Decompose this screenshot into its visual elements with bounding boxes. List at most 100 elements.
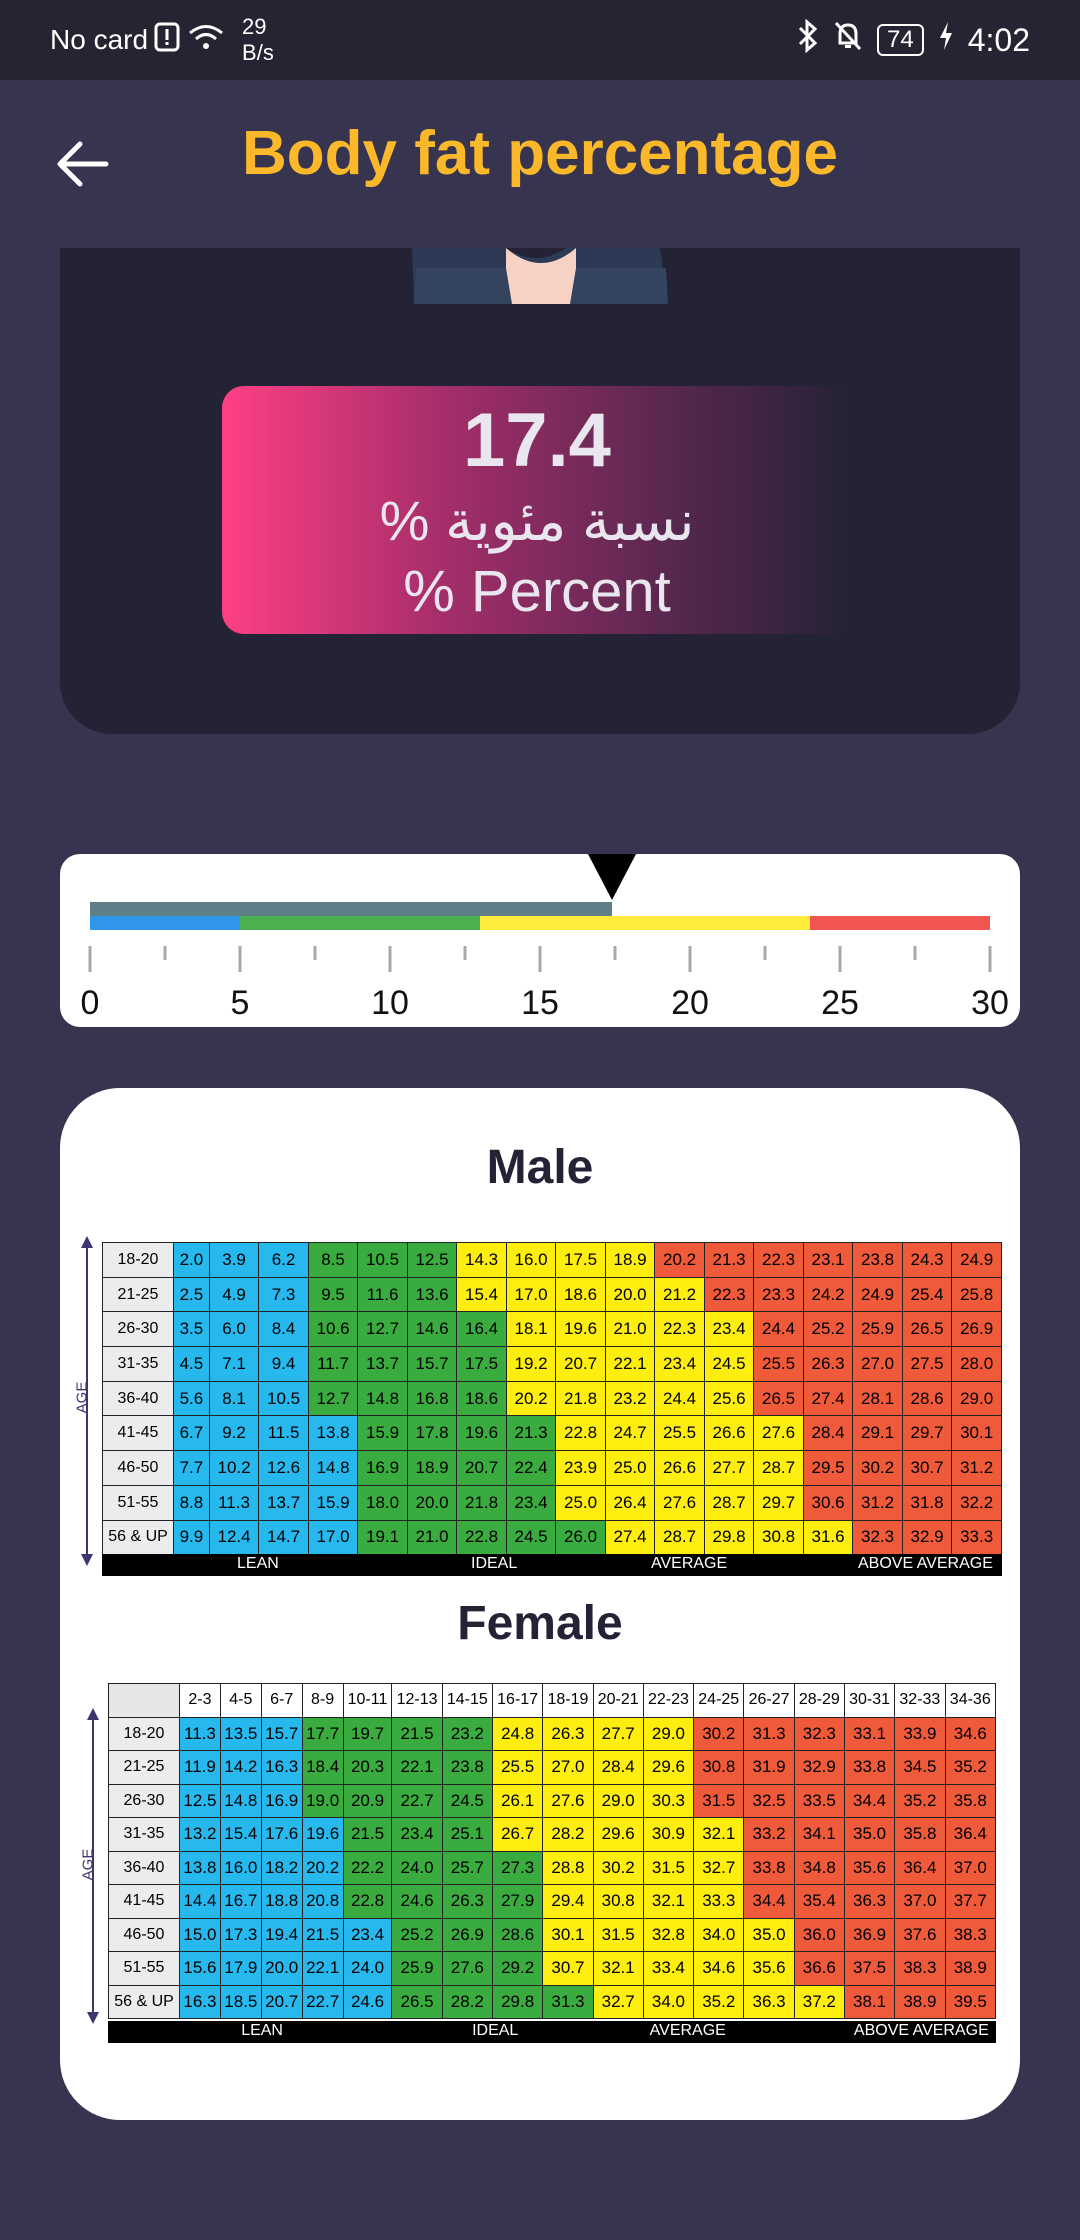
value-cell: 34.5: [894, 1750, 946, 1785]
female-age-axis-label: AGE: [79, 1848, 97, 1881]
value-cell: 37.0: [944, 1850, 997, 1885]
value-cell: 24.6: [391, 1884, 443, 1919]
value-cell: 22.4: [505, 1450, 557, 1486]
gauge-tick-label: 20: [671, 984, 709, 1022]
table-row: 21-25 11.9 14.2 16.3 18.4 20.3 22.1 23.8 25.5 27.…: [108, 1750, 997, 1785]
value-cell: 16.3: [179, 1984, 221, 2019]
value-cell: 20.7: [555, 1346, 606, 1382]
value-cell: 38.9: [944, 1951, 997, 1986]
value-cell: 15.9: [357, 1415, 408, 1452]
value-cell: 16.9: [260, 1783, 303, 1818]
column-header: 8-9: [301, 1683, 344, 1718]
value-cell: 11.5: [258, 1415, 309, 1452]
body-fat-value: 17.4: [463, 398, 611, 483]
value-cell: 2.5: [173, 1276, 210, 1313]
value-cell: 26.3: [542, 1716, 594, 1751]
value-cell: 34.0: [642, 1984, 695, 2019]
value-cell: 21.3: [505, 1415, 557, 1452]
value-cell: 29.0: [592, 1783, 644, 1818]
value-cell: 22.8: [456, 1519, 507, 1556]
value-cell: 24.0: [342, 1951, 393, 1986]
value-cell: 23.2: [604, 1380, 656, 1417]
value-cell: 29.7: [901, 1415, 953, 1452]
column-header: 10-11: [342, 1683, 393, 1718]
value-cell: 22.8: [342, 1884, 393, 1919]
gauge-tick-label: 30: [971, 984, 1009, 1022]
value-cell: 22.1: [604, 1346, 656, 1382]
value-cell: 34.8: [793, 1850, 845, 1885]
value-cell: 25.0: [555, 1484, 606, 1521]
value-cell: 38.3: [944, 1917, 997, 1952]
value-cell: 20.7: [260, 1984, 303, 2019]
value-cell: 23.4: [391, 1817, 443, 1852]
value-cell: 33.5: [793, 1783, 845, 1818]
value-cell: 33.9: [894, 1716, 946, 1751]
value-cell: 20.8: [301, 1884, 344, 1919]
value-cell: 15.4: [219, 1817, 262, 1852]
value-cell: 13.8: [179, 1850, 221, 1885]
gauge-tick-label: 15: [521, 984, 559, 1022]
table-row: 41-45 14.4 16.7 18.8 20.8 22.8 24.6 26.3 27.9 29.…: [108, 1884, 997, 1919]
value-cell: 22.7: [391, 1783, 443, 1818]
value-cell: 34.1: [793, 1817, 845, 1852]
value-cell: 25.9: [852, 1311, 903, 1348]
value-cell: 9.5: [307, 1276, 359, 1313]
value-cell: 24.5: [441, 1783, 493, 1818]
value-cell: 18.8: [260, 1884, 303, 1919]
network-rate-unit: B/s: [242, 40, 274, 65]
column-header: 14-15: [441, 1683, 493, 1718]
value-cell: 16.8: [406, 1380, 458, 1417]
value-cell: 23.9: [555, 1450, 606, 1486]
category-label: IDEAL: [471, 1555, 518, 1572]
value-cell: 29.0: [951, 1380, 1002, 1417]
value-cell: 26.3: [441, 1884, 493, 1919]
value-cell: 22.3: [654, 1311, 705, 1348]
value-cell: 17.3: [219, 1917, 262, 1952]
value-cell: 5.6: [173, 1380, 210, 1417]
value-cell: 23.3: [753, 1276, 804, 1313]
value-cell: 24.5: [703, 1346, 755, 1382]
value-cell: 22.7: [301, 1984, 344, 2019]
page-title: Body fat percentage: [241, 119, 839, 188]
value-cell: 9.9: [173, 1519, 210, 1556]
age-cell: 31-35: [102, 1346, 174, 1382]
value-cell: 24.0: [391, 1850, 443, 1885]
value-cell: 29.0: [642, 1716, 695, 1751]
gauge-tick-label: 5: [230, 984, 250, 1022]
table-header-row: 2-3 4-5 6-7 8-9 10-11 12-13 14-15 16-17 18-19 20-…: [108, 1683, 997, 1718]
value-cell: 3.9: [208, 1242, 260, 1278]
value-cell: 28.7: [703, 1484, 755, 1521]
value-cell: 11.3: [179, 1716, 221, 1751]
value-cell: 16.0: [505, 1242, 557, 1278]
value-cell: 17.9: [219, 1951, 262, 1986]
value-cell: 37.5: [843, 1951, 896, 1986]
value-cell: 17.5: [555, 1242, 606, 1278]
value-cell: 38.1: [843, 1984, 896, 2019]
value-cell: 35.2: [894, 1783, 946, 1818]
value-cell: 26.9: [951, 1311, 1002, 1348]
value-cell: 29.8: [491, 1984, 544, 2019]
column-header: 34-36: [944, 1683, 997, 1718]
table-row: 31-35 4.5 7.1 9.4 11.7 13.7 15.7 17.5 19.2 20.7 22…: [102, 1346, 1002, 1382]
value-cell: 22.1: [301, 1951, 344, 1986]
bell-muted-icon: [833, 20, 863, 60]
age-cell: 26-30: [102, 1311, 174, 1348]
value-cell: 33.2: [743, 1817, 795, 1852]
value-cell: 37.0: [894, 1884, 946, 1919]
value-cell: 17.0: [307, 1519, 359, 1556]
value-cell: 14.4: [179, 1884, 221, 1919]
table-row: 46-50 15.0 17.3 19.4 21.5 23.4 25.2 26.9 28.6 30.…: [108, 1917, 997, 1952]
value-cell: 24.6: [342, 1984, 393, 2019]
table-row: 36-40 5.6 8.1 10.5 12.7 14.8 16.8 18.6 20.2 21.8 2…: [102, 1380, 1002, 1417]
value-cell: 18.0: [357, 1484, 408, 1521]
value-cell: 32.1: [642, 1884, 695, 1919]
value-cell: 14.7: [258, 1519, 309, 1556]
value-cell: 11.9: [179, 1750, 221, 1785]
value-cell: 13.7: [357, 1346, 408, 1382]
value-cell: 27.6: [753, 1415, 804, 1452]
value-cell: 31.2: [852, 1484, 903, 1521]
value-cell: 30.1: [951, 1415, 1002, 1452]
value-cell: 11.3: [208, 1484, 260, 1521]
value-cell: 33.4: [642, 1951, 695, 1986]
value-cell: 38.3: [894, 1951, 946, 1986]
